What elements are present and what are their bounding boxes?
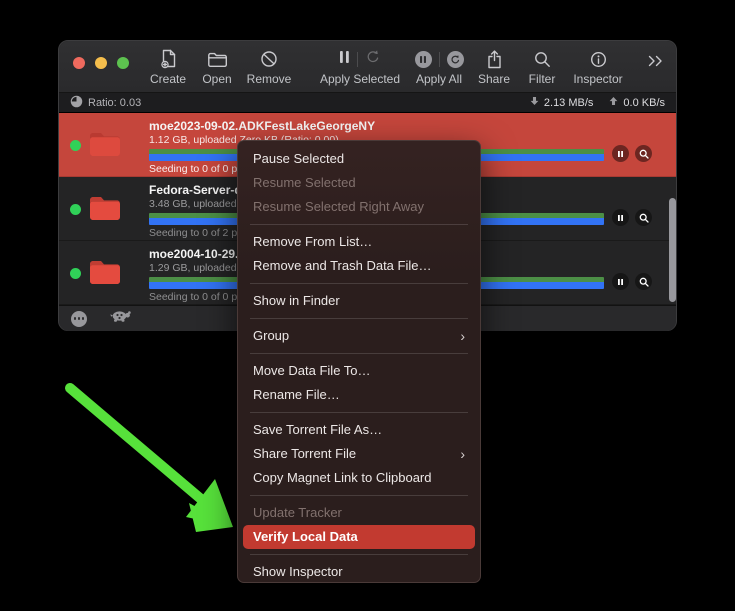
toolbar-group-divider xyxy=(357,52,358,67)
folder-icon xyxy=(88,194,122,227)
info-circle-icon xyxy=(590,48,607,70)
row-magnifier-button[interactable] xyxy=(635,145,652,162)
menu-item-copy-magnet-link[interactable]: Copy Magnet Link to Clipboard xyxy=(238,466,480,490)
menu-item-show-in-finder[interactable]: Show in Finder xyxy=(238,289,480,313)
toolbar-inspector-label: Inspector xyxy=(573,72,622,86)
download-speed-value: 2.13 MB/s xyxy=(544,97,594,109)
status-dot xyxy=(70,140,81,151)
menu-item-save-torrent-file-as[interactable]: Save Torrent File As… xyxy=(238,418,480,442)
status-dot xyxy=(70,268,81,279)
menu-item-pause-selected[interactable]: Pause Selected xyxy=(238,147,480,171)
menu-item-show-inspector[interactable]: Show Inspector xyxy=(238,560,480,584)
menu-item-resume-selected: Resume Selected xyxy=(238,171,480,195)
prohibited-icon xyxy=(260,48,278,70)
upload-arrow-icon xyxy=(609,96,618,109)
row-pause-button[interactable] xyxy=(612,145,629,162)
upload-speed-value: 0.0 KB/s xyxy=(623,97,665,109)
menu-separator xyxy=(250,412,468,413)
row-pause-button[interactable] xyxy=(612,273,629,290)
menu-separator xyxy=(250,495,468,496)
resume-selected-icon xyxy=(365,49,381,70)
folder-icon xyxy=(88,130,122,163)
download-arrow-icon xyxy=(530,96,539,109)
action-ellipsis-button[interactable] xyxy=(71,311,87,327)
menu-item-update-tracker: Update Tracker xyxy=(238,501,480,525)
menu-separator xyxy=(250,224,468,225)
menu-item-rename-file[interactable]: Rename File… xyxy=(238,383,480,407)
upload-speed: 0.0 KB/s xyxy=(609,96,665,109)
ratio-value: Ratio: 0.03 xyxy=(88,97,141,109)
status-dot xyxy=(70,204,81,215)
toolbar-inspector-button[interactable]: Inspector xyxy=(543,48,653,86)
submenu-chevron-icon: › xyxy=(460,324,465,348)
menu-item-remove-from-list[interactable]: Remove From List… xyxy=(238,230,480,254)
context-menu: Pause Selected Resume Selected Resume Se… xyxy=(237,140,481,583)
menu-separator xyxy=(250,353,468,354)
menu-item-share-torrent-file[interactable]: Share Torrent File › xyxy=(238,442,480,466)
pause-selected-icon[interactable] xyxy=(339,50,350,69)
menu-separator xyxy=(250,283,468,284)
menu-item-resume-selected-right-away: Resume Selected Right Away xyxy=(238,195,480,219)
menu-separator xyxy=(250,318,468,319)
toolbar: Create Open Remove App xyxy=(59,41,676,93)
status-bar: Ratio: 0.03 2.13 MB/s 0.0 KB/s xyxy=(59,93,676,113)
turtle-speed-limit-icon[interactable] xyxy=(109,309,133,328)
menu-item-group-label: Group xyxy=(253,324,289,348)
menu-item-verify-local-data[interactable]: Verify Local Data xyxy=(243,525,475,549)
vertical-scrollbar-thumb[interactable] xyxy=(669,198,676,302)
torrent-name: moe2023-09-02.ADKFestLakeGeorgeNY xyxy=(149,119,375,133)
menu-item-remove-and-trash-data-file[interactable]: Remove and Trash Data File… xyxy=(238,254,480,278)
submenu-chevron-icon: › xyxy=(460,442,465,466)
menu-item-share-torrent-file-label: Share Torrent File xyxy=(253,442,356,466)
minimize-window-button[interactable] xyxy=(95,57,107,69)
close-window-button[interactable] xyxy=(73,57,85,69)
download-speed: 2.13 MB/s xyxy=(530,96,594,109)
folder-icon xyxy=(88,258,122,291)
menu-separator xyxy=(250,554,468,555)
row-magnifier-button[interactable] xyxy=(635,273,652,290)
pause-all-icon[interactable] xyxy=(415,51,432,68)
menu-item-move-data-file-to[interactable]: Move Data File To… xyxy=(238,359,480,383)
ratio-pie-icon xyxy=(70,95,83,111)
row-pause-button[interactable] xyxy=(612,209,629,226)
row-magnifier-button[interactable] xyxy=(635,209,652,226)
menu-item-group[interactable]: Group › xyxy=(238,324,480,348)
toolbar-overflow-chevron-icon[interactable] xyxy=(647,54,664,73)
toolbar-remove-label: Remove xyxy=(247,72,292,86)
